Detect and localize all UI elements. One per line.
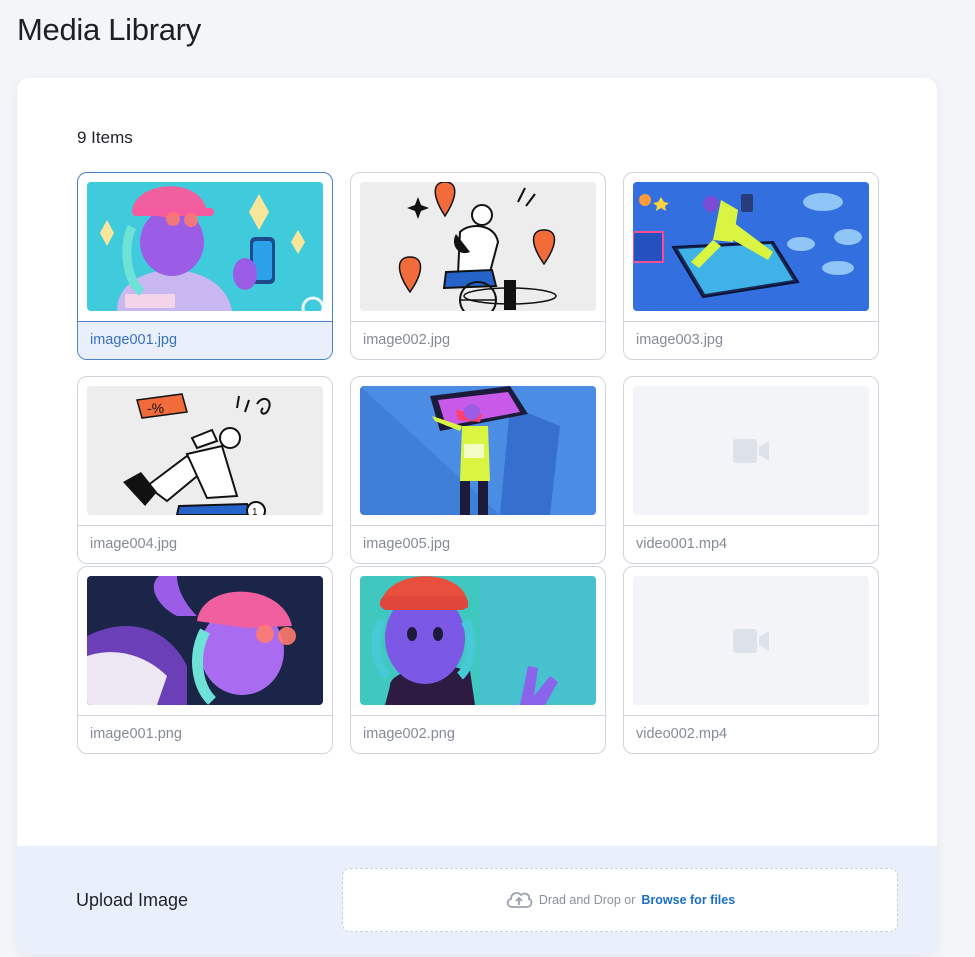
media-filename: image002.jpg	[351, 321, 605, 359]
upload-label: Upload Image	[76, 890, 189, 910]
media-filename: image001.jpg	[78, 321, 332, 359]
media-tile[interactable]: image001.png	[77, 566, 333, 754]
media-filename: image002.png	[351, 715, 605, 753]
media-grid: image001.jpg image002.jpg image003.jpg -…	[77, 172, 879, 768]
media-tile[interactable]: image003.jpg	[623, 172, 879, 360]
media-tile[interactable]: -% 1 image004.jpg	[77, 376, 333, 564]
video-camera-icon	[733, 628, 769, 653]
media-tile[interactable]: image005.jpg	[350, 376, 606, 564]
media-tile[interactable]: image002.png	[350, 566, 606, 754]
svg-text:-%: -%	[147, 400, 164, 416]
media-filename: video002.mp4	[624, 715, 878, 753]
video-camera-icon	[733, 438, 769, 463]
page-title: Media Library	[17, 12, 201, 47]
media-tile[interactable]: image001.jpg	[77, 172, 333, 360]
media-filename: image005.jpg	[351, 525, 605, 563]
svg-text:1: 1	[252, 507, 258, 515]
media-thumbnail: -% 1	[87, 386, 323, 515]
item-count: 9 Items	[77, 128, 133, 147]
cloud-upload-icon	[505, 889, 533, 912]
media-tile[interactable]: image002.jpg	[350, 172, 606, 360]
media-tile[interactable]: video002.mp4	[623, 566, 879, 754]
media-tile[interactable]: video001.mp4	[623, 376, 879, 564]
browse-files-link[interactable]: Browse for files	[641, 893, 735, 907]
upload-section: Upload Image Drad and Drop or Browse for…	[17, 846, 937, 954]
media-thumbnail	[360, 576, 596, 705]
media-thumbnail	[360, 386, 596, 515]
media-thumbnail	[87, 182, 323, 311]
media-thumbnail	[360, 182, 596, 311]
file-dropzone[interactable]: Drad and Drop or Browse for files	[342, 868, 898, 932]
video-thumbnail	[633, 576, 869, 705]
media-filename: image004.jpg	[78, 525, 332, 563]
media-filename: image001.png	[78, 715, 332, 753]
drop-text: Drad and Drop or	[538, 893, 636, 907]
media-library-panel: 9 Items image001.jpg image002.jpg image0…	[17, 78, 937, 954]
media-thumbnail	[633, 182, 869, 311]
media-thumbnail	[87, 576, 323, 705]
media-filename: image003.jpg	[624, 321, 878, 359]
video-thumbnail	[633, 386, 869, 515]
media-filename: video001.mp4	[624, 525, 878, 563]
